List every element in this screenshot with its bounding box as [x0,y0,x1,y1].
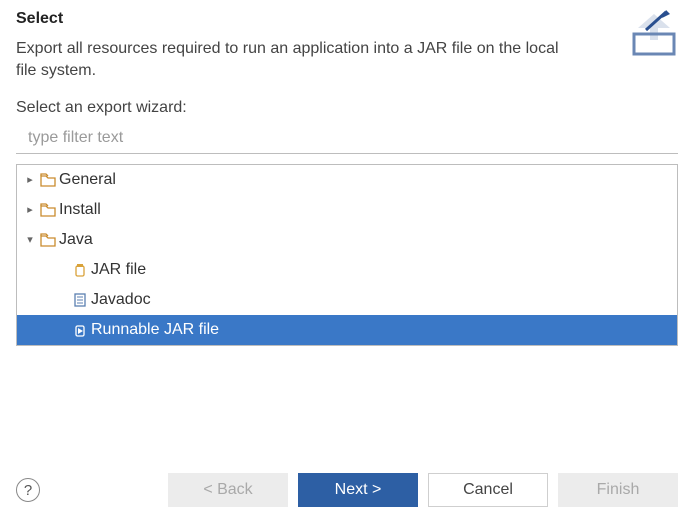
tree-item-label: Install [59,201,101,219]
collapse-icon[interactable]: ▾ [23,233,37,247]
tree-item-runnable-jar[interactable]: Runnable JAR file [17,315,677,345]
dialog-header: Select Export all resources required to … [0,0,694,83]
help-button[interactable]: ? [16,478,40,502]
expand-spacer [55,293,69,307]
expand-icon[interactable]: ▸ [23,203,37,217]
next-button[interactable]: Next > [298,473,418,507]
button-bar: ? < Back Next > Cancel Finish [0,473,694,507]
expand-icon[interactable]: ▸ [23,173,37,187]
dialog-subtitle: Export all resources required to run an … [16,38,576,83]
wizard-select-label: Select an export wizard: [0,83,694,125]
folder-icon [39,171,57,189]
cancel-button[interactable]: Cancel [428,473,548,507]
tree-item-install[interactable]: ▸ Install [17,195,677,225]
finish-button: Finish [558,473,678,507]
tree-item-java[interactable]: ▾ Java [17,225,677,255]
expand-spacer [55,263,69,277]
tree-item-label: JAR file [91,261,146,279]
wizard-tree[interactable]: ▸ General ▸ Install ▾ Java JAR file Javadoc Runn… [16,164,678,346]
back-button: < Back [168,473,288,507]
tree-item-general[interactable]: ▸ General [17,165,677,195]
tree-item-label: General [59,171,116,189]
tree-item-javadoc[interactable]: Javadoc [17,285,677,315]
tree-item-label: Javadoc [91,291,151,309]
javadoc-icon [71,291,89,309]
jar-icon [71,261,89,279]
export-wizard-icon [626,6,682,62]
tree-item-label: Java [59,231,93,249]
tree-item-jar-file[interactable]: JAR file [17,255,677,285]
folder-icon [39,201,57,219]
dialog-title: Select [16,10,678,28]
filter-input[interactable] [16,125,678,154]
folder-icon [39,231,57,249]
expand-spacer [55,323,69,337]
runjar-icon [71,321,89,339]
tree-item-label: Runnable JAR file [91,321,219,339]
